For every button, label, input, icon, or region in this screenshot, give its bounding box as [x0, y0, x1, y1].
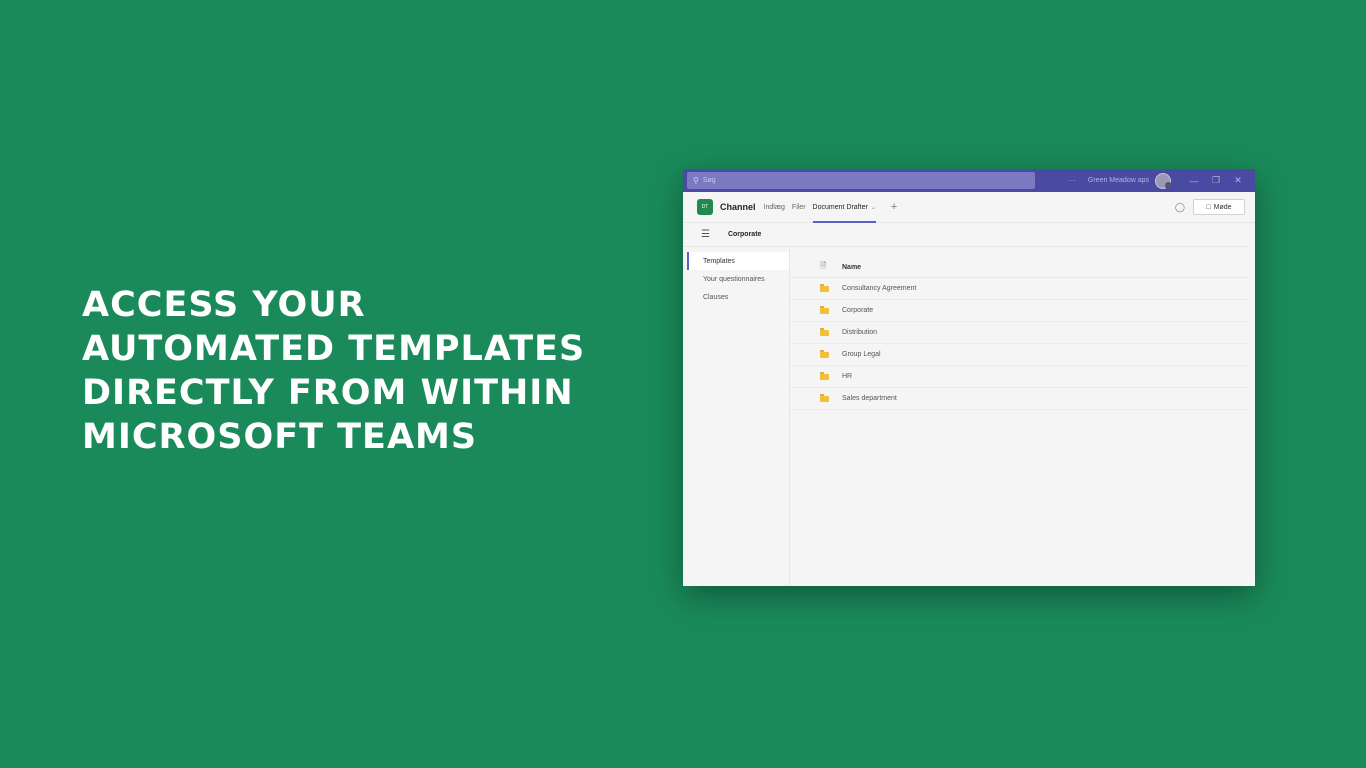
- folder-icon: [820, 283, 842, 292]
- folder-name[interactable]: Consultancy Agreement: [842, 285, 916, 292]
- tab-document-drafter[interactable]: Document Drafter ⌄: [812, 192, 877, 223]
- close-button[interactable]: ✕: [1227, 175, 1249, 186]
- minimize-button[interactable]: —: [1183, 176, 1205, 186]
- headline-line: AUTOMATED TEMPLATES: [82, 329, 586, 369]
- title-bar-controls: ··· Green Meadow aps — ❐ ✕: [1068, 169, 1249, 192]
- headline-line: ACCESS YOUR: [82, 285, 366, 325]
- folder-name[interactable]: Group Legal: [842, 351, 881, 358]
- folder-name[interactable]: Corporate: [842, 307, 873, 314]
- tab-label: Document Drafter: [812, 203, 868, 211]
- search-icon: ⚲: [693, 176, 699, 185]
- folder-name[interactable]: Sales department: [842, 395, 897, 402]
- table-row[interactable]: HR: [790, 366, 1249, 388]
- sidebar-item-label: Your questionnaires: [703, 275, 765, 283]
- meet-button[interactable]: □ Møde: [1193, 199, 1245, 215]
- channel-name: Channel: [720, 202, 756, 212]
- table-row[interactable]: Distribution: [790, 322, 1249, 344]
- tab-posts[interactable]: Indlæg: [764, 192, 785, 223]
- column-header-name[interactable]: Name: [842, 264, 861, 271]
- file-icon: 🗎: [820, 261, 827, 270]
- add-tab-button[interactable]: +: [891, 201, 897, 213]
- title-bar: ⚲ Søg ··· Green Meadow aps — ❐ ✕: [683, 169, 1255, 192]
- avatar[interactable]: [1155, 172, 1172, 189]
- tab-bar-actions: ◯ □ Møde: [1175, 199, 1245, 215]
- sidebar-item-clauses[interactable]: Clauses: [687, 288, 789, 306]
- headline-line: MICROSOFT TEAMS: [82, 417, 478, 457]
- more-options-button[interactable]: ···: [1068, 176, 1076, 185]
- video-camera-icon: □: [1206, 203, 1211, 211]
- sidebar-item-templates[interactable]: Templates: [687, 252, 789, 270]
- sidebar-item-questionnaires[interactable]: Your questionnaires: [687, 270, 789, 288]
- tab-files[interactable]: Filer: [792, 192, 806, 223]
- headline-line: DIRECTLY FROM WITHIN: [82, 373, 574, 413]
- table-row[interactable]: Group Legal: [790, 344, 1249, 366]
- table-header: 🗎 Name: [790, 257, 1249, 278]
- chat-icon[interactable]: ◯: [1175, 202, 1185, 213]
- app-content: Templates Your questionnaires Clauses 🗎 …: [683, 247, 1255, 586]
- tab-label: Indlæg: [763, 203, 785, 211]
- folder-icon: [820, 327, 842, 336]
- folder-name[interactable]: Distribution: [842, 329, 877, 336]
- folder-name[interactable]: HR: [842, 373, 852, 380]
- breadcrumb: ☰ Corporate: [683, 223, 1249, 247]
- restore-button[interactable]: ❐: [1205, 175, 1227, 186]
- channel-tab-bar: DT Channel Indlæg Filer Document Drafter…: [683, 192, 1255, 223]
- table-row[interactable]: Corporate: [790, 300, 1249, 322]
- tab-label: Filer: [791, 203, 806, 211]
- meet-label: Møde: [1213, 203, 1232, 211]
- hamburger-menu-icon[interactable]: ☰: [701, 229, 710, 240]
- hero-headline: ACCESS YOUR AUTOMATED TEMPLATES DIRECTLY…: [82, 283, 682, 459]
- folder-icon: [820, 349, 842, 358]
- team-badge: DT: [697, 199, 713, 215]
- folder-icon: [820, 371, 842, 380]
- chevron-down-icon[interactable]: ⌄: [871, 204, 876, 211]
- folder-list: 🗎 Name Consultancy Agreement Corporate D…: [790, 247, 1255, 586]
- page-title: Corporate: [727, 231, 762, 238]
- sidebar-item-label: Clauses: [703, 293, 729, 301]
- folder-icon: [820, 305, 842, 314]
- table-row[interactable]: Consultancy Agreement: [790, 278, 1249, 300]
- search-input[interactable]: ⚲ Søg: [687, 172, 1035, 189]
- search-placeholder: Søg: [702, 177, 716, 184]
- table-row[interactable]: Sales department: [790, 388, 1249, 410]
- sidebar: Templates Your questionnaires Clauses: [683, 247, 790, 586]
- folder-icon: [820, 393, 842, 402]
- org-name[interactable]: Green Meadow aps: [1088, 177, 1149, 184]
- sidebar-item-label: Templates: [703, 257, 735, 265]
- teams-window: ⚲ Søg ··· Green Meadow aps — ❐ ✕ DT Chan…: [683, 169, 1255, 586]
